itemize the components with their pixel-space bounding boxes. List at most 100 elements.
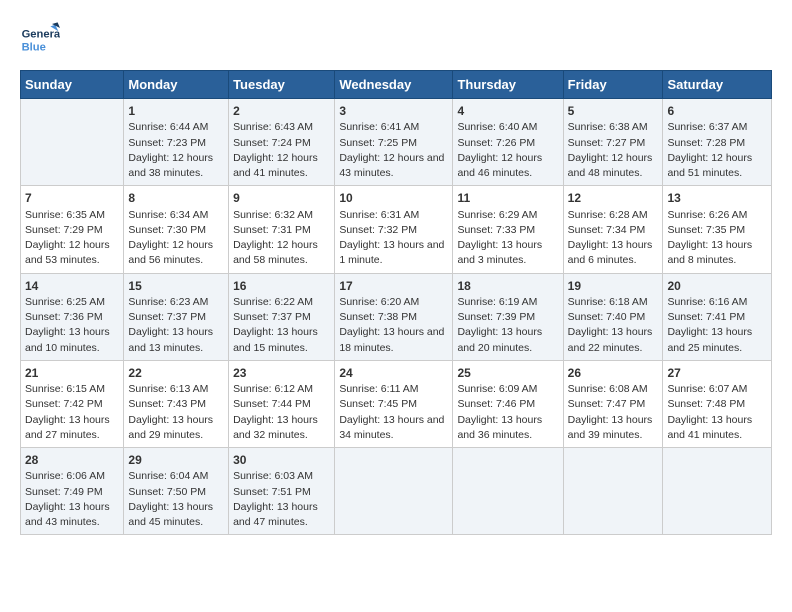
calendar-cell: 16 Sunrise: 6:22 AMSunset: 7:37 PMDaylig… xyxy=(229,273,335,360)
cell-content: Sunrise: 6:31 AMSunset: 7:32 PMDaylight:… xyxy=(339,208,448,269)
cell-content: Sunrise: 6:38 AMSunset: 7:27 PMDaylight:… xyxy=(568,120,659,181)
calendar-week-row: 21 Sunrise: 6:15 AMSunset: 7:42 PMDaylig… xyxy=(21,360,772,447)
calendar-cell: 18 Sunrise: 6:19 AMSunset: 7:39 PMDaylig… xyxy=(453,273,563,360)
day-number: 27 xyxy=(667,365,767,382)
day-number: 15 xyxy=(128,278,224,295)
calendar-cell: 30 Sunrise: 6:03 AMSunset: 7:51 PMDaylig… xyxy=(229,448,335,535)
calendar-week-row: 28 Sunrise: 6:06 AMSunset: 7:49 PMDaylig… xyxy=(21,448,772,535)
calendar-table: SundayMondayTuesdayWednesdayThursdayFrid… xyxy=(20,70,772,535)
day-header-saturday: Saturday xyxy=(663,71,772,99)
cell-content: Sunrise: 6:07 AMSunset: 7:48 PMDaylight:… xyxy=(667,382,767,443)
calendar-cell: 26 Sunrise: 6:08 AMSunset: 7:47 PMDaylig… xyxy=(563,360,663,447)
day-number: 13 xyxy=(667,190,767,207)
calendar-cell: 10 Sunrise: 6:31 AMSunset: 7:32 PMDaylig… xyxy=(335,186,453,273)
cell-content: Sunrise: 6:12 AMSunset: 7:44 PMDaylight:… xyxy=(233,382,330,443)
calendar-cell: 25 Sunrise: 6:09 AMSunset: 7:46 PMDaylig… xyxy=(453,360,563,447)
calendar-cell: 1 Sunrise: 6:44 AMSunset: 7:23 PMDayligh… xyxy=(124,99,229,186)
calendar-cell: 29 Sunrise: 6:04 AMSunset: 7:50 PMDaylig… xyxy=(124,448,229,535)
cell-content: Sunrise: 6:29 AMSunset: 7:33 PMDaylight:… xyxy=(457,208,558,269)
day-header-monday: Monday xyxy=(124,71,229,99)
day-number: 19 xyxy=(568,278,659,295)
cell-content: Sunrise: 6:40 AMSunset: 7:26 PMDaylight:… xyxy=(457,120,558,181)
calendar-week-row: 14 Sunrise: 6:25 AMSunset: 7:36 PMDaylig… xyxy=(21,273,772,360)
day-number: 7 xyxy=(25,190,119,207)
cell-content: Sunrise: 6:04 AMSunset: 7:50 PMDaylight:… xyxy=(128,469,224,530)
day-number: 1 xyxy=(128,103,224,120)
calendar-cell: 6 Sunrise: 6:37 AMSunset: 7:28 PMDayligh… xyxy=(663,99,772,186)
day-number: 18 xyxy=(457,278,558,295)
calendar-cell: 15 Sunrise: 6:23 AMSunset: 7:37 PMDaylig… xyxy=(124,273,229,360)
day-header-wednesday: Wednesday xyxy=(335,71,453,99)
cell-content: Sunrise: 6:22 AMSunset: 7:37 PMDaylight:… xyxy=(233,295,330,356)
day-number: 9 xyxy=(233,190,330,207)
cell-content: Sunrise: 6:18 AMSunset: 7:40 PMDaylight:… xyxy=(568,295,659,356)
day-header-tuesday: Tuesday xyxy=(229,71,335,99)
calendar-cell: 7 Sunrise: 6:35 AMSunset: 7:29 PMDayligh… xyxy=(21,186,124,273)
day-number: 24 xyxy=(339,365,448,382)
day-number: 20 xyxy=(667,278,767,295)
day-number: 26 xyxy=(568,365,659,382)
cell-content: Sunrise: 6:13 AMSunset: 7:43 PMDaylight:… xyxy=(128,382,224,443)
day-number: 17 xyxy=(339,278,448,295)
cell-content: Sunrise: 6:19 AMSunset: 7:39 PMDaylight:… xyxy=(457,295,558,356)
day-number: 21 xyxy=(25,365,119,382)
cell-content: Sunrise: 6:08 AMSunset: 7:47 PMDaylight:… xyxy=(568,382,659,443)
logo: General Blue xyxy=(20,20,60,60)
calendar-cell: 12 Sunrise: 6:28 AMSunset: 7:34 PMDaylig… xyxy=(563,186,663,273)
calendar-cell: 24 Sunrise: 6:11 AMSunset: 7:45 PMDaylig… xyxy=(335,360,453,447)
cell-content: Sunrise: 6:43 AMSunset: 7:24 PMDaylight:… xyxy=(233,120,330,181)
calendar-cell: 8 Sunrise: 6:34 AMSunset: 7:30 PMDayligh… xyxy=(124,186,229,273)
calendar-week-row: 1 Sunrise: 6:44 AMSunset: 7:23 PMDayligh… xyxy=(21,99,772,186)
page-header: General Blue xyxy=(20,20,772,60)
cell-content: Sunrise: 6:23 AMSunset: 7:37 PMDaylight:… xyxy=(128,295,224,356)
calendar-cell xyxy=(563,448,663,535)
day-number: 5 xyxy=(568,103,659,120)
day-number: 6 xyxy=(667,103,767,120)
day-header-thursday: Thursday xyxy=(453,71,563,99)
calendar-cell xyxy=(453,448,563,535)
calendar-cell: 9 Sunrise: 6:32 AMSunset: 7:31 PMDayligh… xyxy=(229,186,335,273)
day-number: 10 xyxy=(339,190,448,207)
cell-content: Sunrise: 6:35 AMSunset: 7:29 PMDaylight:… xyxy=(25,208,119,269)
day-number: 4 xyxy=(457,103,558,120)
svg-text:Blue: Blue xyxy=(22,41,46,53)
calendar-cell xyxy=(21,99,124,186)
cell-content: Sunrise: 6:41 AMSunset: 7:25 PMDaylight:… xyxy=(339,120,448,181)
calendar-cell: 27 Sunrise: 6:07 AMSunset: 7:48 PMDaylig… xyxy=(663,360,772,447)
cell-content: Sunrise: 6:16 AMSunset: 7:41 PMDaylight:… xyxy=(667,295,767,356)
calendar-cell: 19 Sunrise: 6:18 AMSunset: 7:40 PMDaylig… xyxy=(563,273,663,360)
calendar-cell: 22 Sunrise: 6:13 AMSunset: 7:43 PMDaylig… xyxy=(124,360,229,447)
calendar-cell: 14 Sunrise: 6:25 AMSunset: 7:36 PMDaylig… xyxy=(21,273,124,360)
calendar-cell: 4 Sunrise: 6:40 AMSunset: 7:26 PMDayligh… xyxy=(453,99,563,186)
cell-content: Sunrise: 6:34 AMSunset: 7:30 PMDaylight:… xyxy=(128,208,224,269)
cell-content: Sunrise: 6:25 AMSunset: 7:36 PMDaylight:… xyxy=(25,295,119,356)
day-number: 29 xyxy=(128,452,224,469)
cell-content: Sunrise: 6:15 AMSunset: 7:42 PMDaylight:… xyxy=(25,382,119,443)
calendar-cell: 28 Sunrise: 6:06 AMSunset: 7:49 PMDaylig… xyxy=(21,448,124,535)
cell-content: Sunrise: 6:28 AMSunset: 7:34 PMDaylight:… xyxy=(568,208,659,269)
calendar-cell: 13 Sunrise: 6:26 AMSunset: 7:35 PMDaylig… xyxy=(663,186,772,273)
calendar-cell: 20 Sunrise: 6:16 AMSunset: 7:41 PMDaylig… xyxy=(663,273,772,360)
cell-content: Sunrise: 6:32 AMSunset: 7:31 PMDaylight:… xyxy=(233,208,330,269)
day-number: 16 xyxy=(233,278,330,295)
svg-text:General: General xyxy=(22,29,60,41)
cell-content: Sunrise: 6:26 AMSunset: 7:35 PMDaylight:… xyxy=(667,208,767,269)
calendar-cell: 23 Sunrise: 6:12 AMSunset: 7:44 PMDaylig… xyxy=(229,360,335,447)
day-number: 30 xyxy=(233,452,330,469)
day-number: 14 xyxy=(25,278,119,295)
day-header-sunday: Sunday xyxy=(21,71,124,99)
calendar-cell: 17 Sunrise: 6:20 AMSunset: 7:38 PMDaylig… xyxy=(335,273,453,360)
calendar-cell: 2 Sunrise: 6:43 AMSunset: 7:24 PMDayligh… xyxy=(229,99,335,186)
calendar-cell: 21 Sunrise: 6:15 AMSunset: 7:42 PMDaylig… xyxy=(21,360,124,447)
calendar-cell: 3 Sunrise: 6:41 AMSunset: 7:25 PMDayligh… xyxy=(335,99,453,186)
day-number: 3 xyxy=(339,103,448,120)
cell-content: Sunrise: 6:11 AMSunset: 7:45 PMDaylight:… xyxy=(339,382,448,443)
day-number: 22 xyxy=(128,365,224,382)
cell-content: Sunrise: 6:09 AMSunset: 7:46 PMDaylight:… xyxy=(457,382,558,443)
day-number: 28 xyxy=(25,452,119,469)
cell-content: Sunrise: 6:03 AMSunset: 7:51 PMDaylight:… xyxy=(233,469,330,530)
day-header-friday: Friday xyxy=(563,71,663,99)
calendar-week-row: 7 Sunrise: 6:35 AMSunset: 7:29 PMDayligh… xyxy=(21,186,772,273)
day-number: 12 xyxy=(568,190,659,207)
cell-content: Sunrise: 6:20 AMSunset: 7:38 PMDaylight:… xyxy=(339,295,448,356)
